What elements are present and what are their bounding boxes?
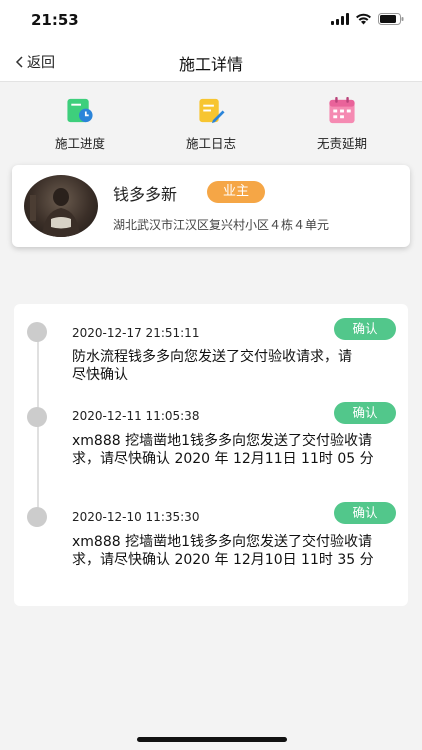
calendar-icon bbox=[329, 96, 355, 124]
timeline-card: 2020-12-17 21:51:11 确认 防水流程钱多多向您发送了交付验收请… bbox=[14, 304, 408, 606]
role-badge: 业主 bbox=[207, 181, 266, 203]
confirm-button[interactable]: 确认 bbox=[334, 402, 396, 424]
timeline-dot bbox=[27, 322, 47, 342]
timeline-message: xm888 挖墙凿地1钱多多向您发送了交付验收请求，请尽快确认 2020 年 1… bbox=[72, 534, 374, 568]
quick-actions: 施工进度 施工日志 无责延期 bbox=[0, 82, 422, 152]
quick-action-label: 无责延期 bbox=[316, 136, 367, 151]
log-icon bbox=[199, 98, 225, 124]
timeline-time: 2020-12-11 11:05:38 bbox=[72, 409, 200, 423]
confirm-button[interactable]: 确认 bbox=[334, 502, 396, 524]
quick-action-label: 施工日志 bbox=[185, 136, 236, 151]
progress-icon bbox=[67, 98, 93, 123]
nav-bar: 返回 施工详情 bbox=[0, 44, 422, 82]
avatar bbox=[24, 175, 98, 237]
user-name: 钱多多新 bbox=[113, 185, 178, 204]
timeline-dot bbox=[27, 407, 47, 427]
quick-action-label: 施工进度 bbox=[54, 136, 105, 151]
quick-action-progress[interactable]: 施工进度 bbox=[30, 82, 130, 152]
confirm-button[interactable]: 确认 bbox=[334, 318, 396, 340]
wifi-icon bbox=[356, 13, 371, 25]
user-card: 钱多多新 业主 湖北武汉市江汉区复兴村小区４栋４单元 bbox=[12, 165, 410, 247]
timeline-dot bbox=[27, 507, 47, 527]
timeline-time: 2020-12-17 21:51:11 bbox=[72, 326, 200, 340]
status-time: 21:53 bbox=[31, 11, 79, 29]
page-title: 施工详情 bbox=[178, 55, 243, 74]
user-address: 湖北武汉市江汉区复兴村小区４栋４单元 bbox=[113, 218, 330, 232]
signal-icon bbox=[331, 13, 349, 25]
quick-action-delay[interactable]: 无责延期 bbox=[292, 82, 392, 152]
avatar-photo bbox=[30, 188, 80, 237]
timeline-time: 2020-12-10 11:35:30 bbox=[72, 510, 200, 524]
status-bar: 21:53 bbox=[0, 0, 422, 44]
home-indicator bbox=[137, 737, 287, 742]
timeline-message: 防水流程钱多多向您发送了交付验收请求，请尽快确认 bbox=[72, 349, 352, 383]
battery-icon bbox=[378, 13, 404, 25]
quick-action-log[interactable]: 施工日志 bbox=[161, 82, 261, 152]
status-icons bbox=[331, 13, 404, 25]
timeline-message: xm888 挖墙凿地1钱多多向您发送了交付验收请求，请尽快确认 2020 年 1… bbox=[72, 433, 374, 467]
